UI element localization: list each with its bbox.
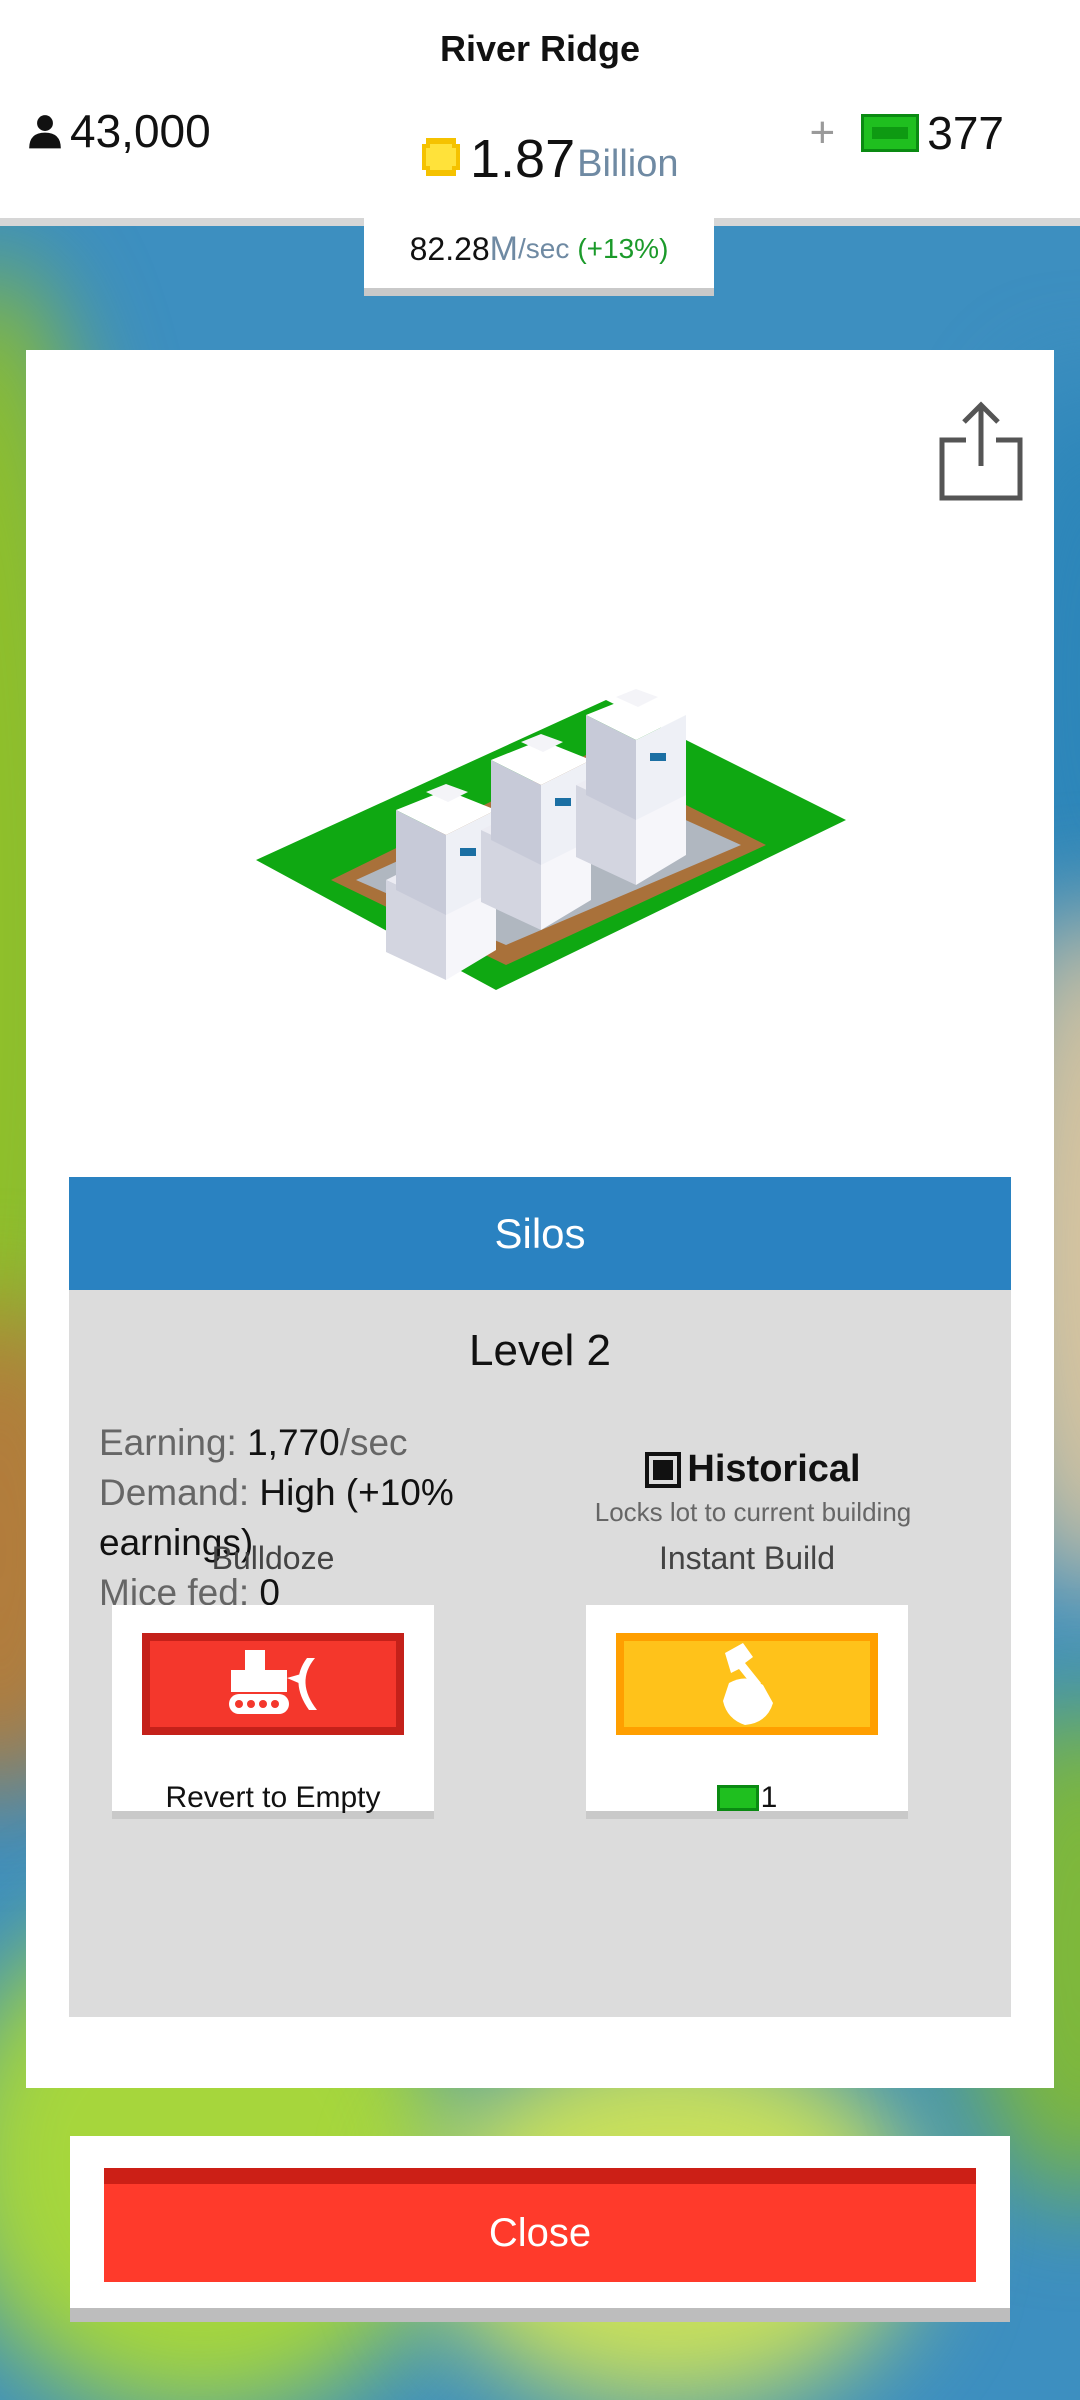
silo-3 bbox=[576, 689, 686, 885]
rate-change: (+13%) bbox=[577, 233, 669, 264]
earning-row: Earning: 1,770/sec bbox=[99, 1418, 519, 1468]
city-name: River Ridge bbox=[439, 28, 641, 69]
hammer-hand-icon bbox=[723, 1643, 773, 1725]
green-bill-icon bbox=[716, 1785, 759, 1811]
bulldoze-button[interactable]: Revert to Empty bbox=[112, 1605, 434, 1819]
rate-unit-m: M bbox=[489, 229, 518, 268]
population-display: 43,000 bbox=[26, 104, 211, 158]
money-value: 1.87 bbox=[470, 129, 576, 189]
demand-label: Demand: bbox=[99, 1472, 260, 1513]
earning-unit: /sec bbox=[339, 1422, 408, 1463]
money-display: 1.87 Billion bbox=[420, 132, 679, 186]
rate-unit-sec: /sec bbox=[518, 233, 570, 264]
instant-build-label: Instant Build bbox=[658, 1540, 836, 1576]
silo-2 bbox=[481, 734, 591, 930]
money-unit: Billion bbox=[577, 143, 679, 186]
rate-value: 82.28 bbox=[409, 230, 490, 267]
silo-1 bbox=[386, 784, 496, 980]
historical-title: Historical bbox=[687, 1448, 861, 1490]
person-icon bbox=[29, 115, 61, 149]
bulldoze-caption: Revert to Empty bbox=[165, 1781, 381, 1814]
earning-label: Earning: bbox=[99, 1422, 248, 1463]
earning-value: 1,770 bbox=[247, 1422, 340, 1463]
share-icon[interactable] bbox=[936, 400, 1026, 504]
coin-icon bbox=[422, 138, 460, 176]
green-bill-icon bbox=[861, 114, 920, 152]
close-button-container: Close bbox=[70, 2136, 1010, 2322]
premium-count: 377 bbox=[927, 107, 1004, 159]
bulldozer-icon bbox=[229, 1650, 317, 1714]
building-stats: Earning: 1,770/sec Demand: High (+10% ea… bbox=[99, 1418, 519, 1618]
historical-toggle[interactable]: Historical bbox=[583, 1448, 923, 1491]
instant-build-button[interactable]: 1 bbox=[586, 1605, 908, 1819]
historical-description: Locks lot to current building bbox=[594, 1497, 912, 1527]
building-level: Level 2 bbox=[469, 1326, 611, 1375]
population-value: 43,000 bbox=[70, 105, 211, 157]
building-name-header: Silos bbox=[69, 1177, 1011, 1290]
instant-build-icon-button[interactable] bbox=[616, 1633, 878, 1735]
building-info: Level 2 Earning: 1,770/sec Demand: High … bbox=[69, 1290, 1011, 2017]
silos-building-image bbox=[256, 689, 846, 990]
income-rate-tab: 82.28 M /sec (+13%) bbox=[364, 210, 714, 296]
historical-checkbox[interactable] bbox=[645, 1451, 682, 1488]
building-panel: Silos Level 2 Earning: 1,770/sec Demand:… bbox=[26, 350, 1054, 2088]
bulldoze-icon-button[interactable] bbox=[142, 1633, 404, 1735]
top-bar: River Ridge 43,000 1.87 Billion + 377 bbox=[0, 0, 1080, 222]
instant-build-cost-value: 1 bbox=[760, 1781, 778, 1814]
historical-option: Historical Locks lot to current building bbox=[583, 1448, 923, 1528]
add-premium-button[interactable]: + bbox=[810, 108, 836, 158]
instant-build-cost: 1 bbox=[586, 1781, 908, 1815]
premium-display: + 377 bbox=[810, 106, 1004, 160]
close-button[interactable]: Close bbox=[104, 2168, 976, 2282]
bulldoze-label: Bulldoze bbox=[211, 1540, 335, 1576]
